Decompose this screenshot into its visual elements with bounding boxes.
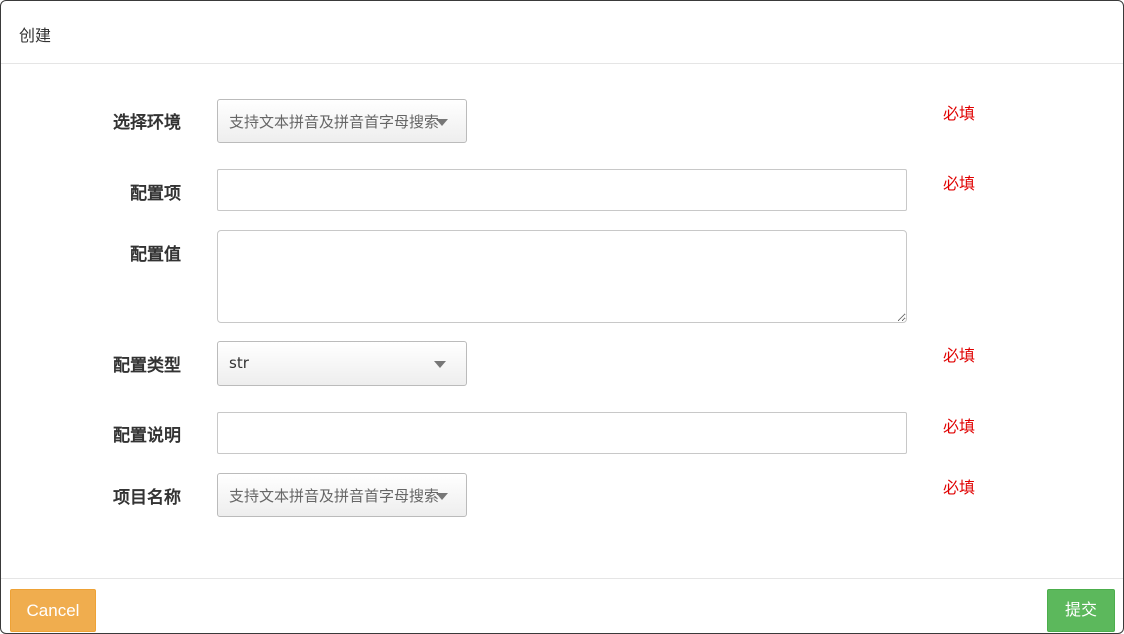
environment-select[interactable]: 支持文本拼音及拼音首字母搜索 [217, 99, 467, 143]
config-desc-label: 配置说明 [113, 426, 181, 446]
project-name-select-placeholder: 支持文本拼音及拼音首字母搜索 [229, 487, 440, 505]
config-value-textarea[interactable] [217, 230, 907, 323]
config-type-select[interactable]: str [217, 341, 467, 386]
project-name-required-hint: 必填 [943, 478, 976, 497]
chevron-down-icon [436, 493, 448, 500]
config-type-required-hint: 必填 [943, 346, 976, 365]
environment-select-placeholder: 支持文本拼音及拼音首字母搜索 [229, 113, 440, 131]
config-key-required-hint: 必填 [943, 174, 976, 193]
config-type-selected-value: str [229, 354, 249, 372]
config-desc-input[interactable] [217, 412, 907, 454]
environment-label: 选择环境 [113, 113, 181, 133]
dialog-header: 创建 [1, 1, 1123, 64]
config-type-label: 配置类型 [113, 356, 181, 376]
dialog-title: 创建 [19, 26, 52, 45]
create-dialog: 创建 选择环境 支持文本拼音及拼音首字母搜索 必填 配置项 必填 配置值 配置类… [0, 0, 1124, 634]
config-desc-required-hint: 必填 [943, 417, 976, 436]
cancel-button[interactable]: Cancel [10, 589, 96, 632]
chevron-down-icon [434, 361, 446, 368]
project-name-label: 项目名称 [113, 488, 181, 508]
dialog-footer: Cancel 提交 [1, 578, 1123, 633]
config-key-label: 配置项 [130, 184, 181, 204]
config-key-input[interactable] [217, 169, 907, 211]
chevron-down-icon [436, 119, 448, 126]
submit-button[interactable]: 提交 [1047, 589, 1115, 632]
config-value-label: 配置值 [130, 245, 181, 265]
project-name-select[interactable]: 支持文本拼音及拼音首字母搜索 [217, 473, 467, 517]
environment-required-hint: 必填 [943, 104, 976, 123]
